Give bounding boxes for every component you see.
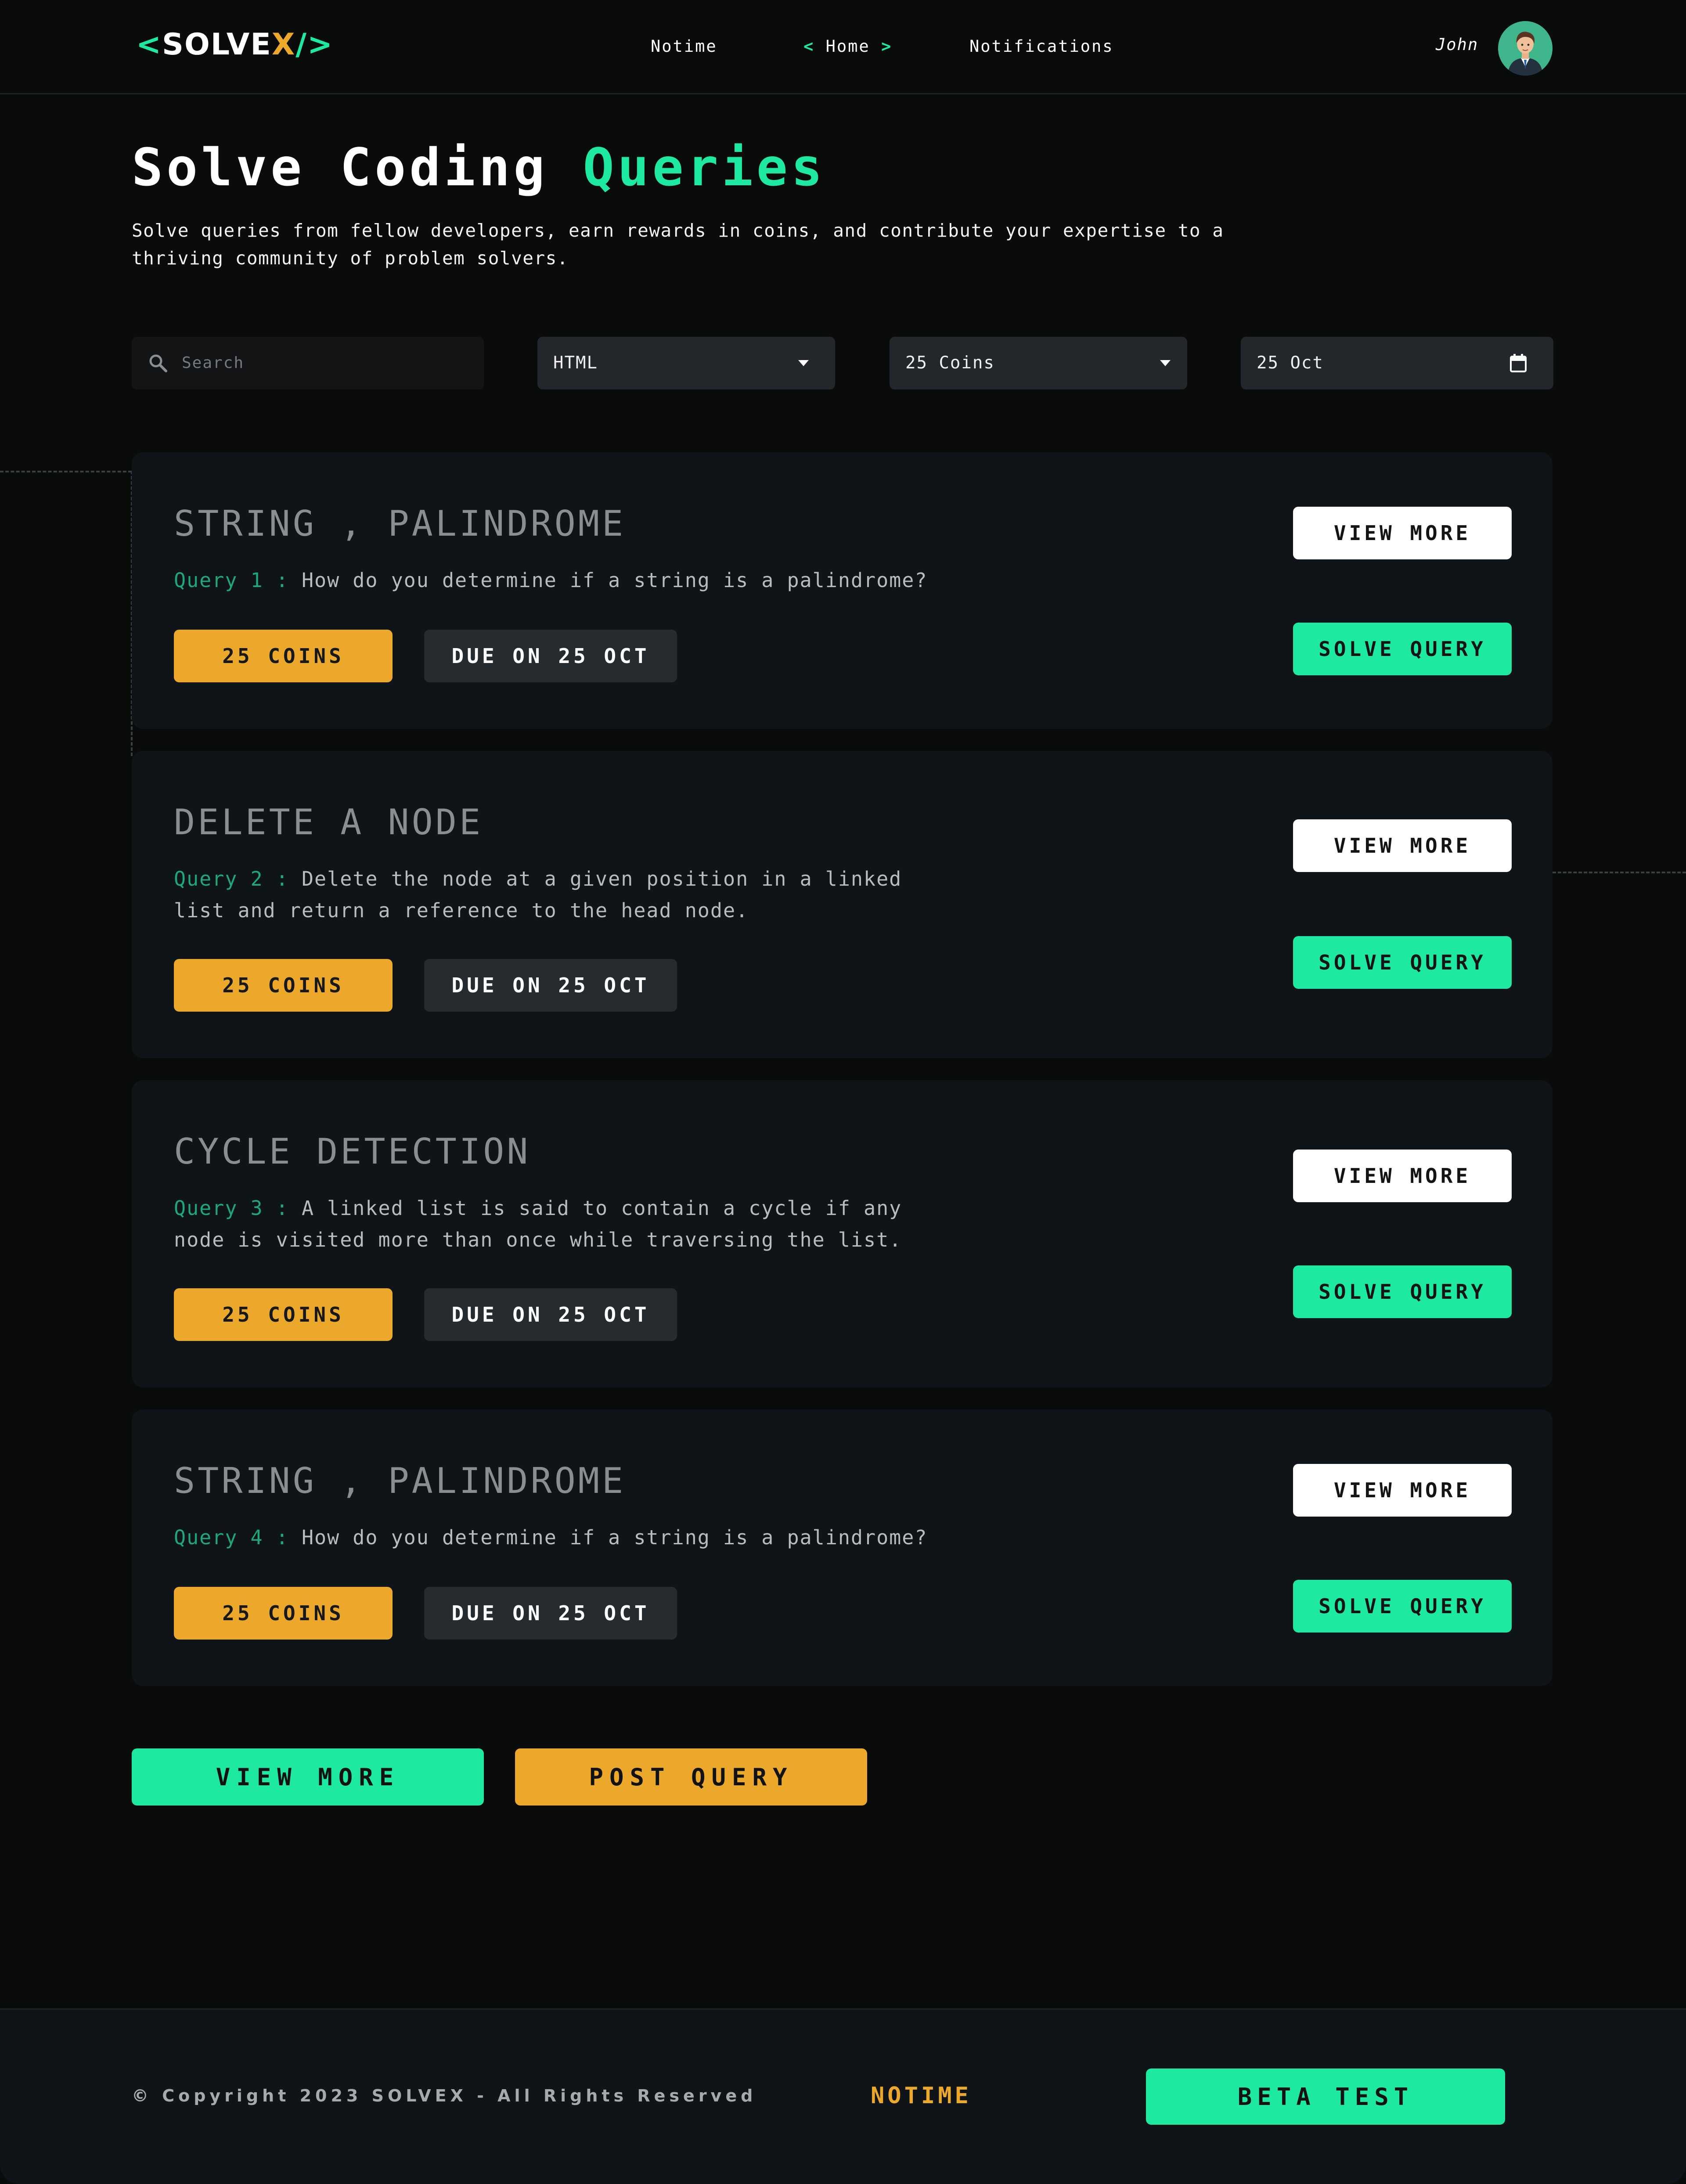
page: <SOLVEX/> Notime < Home > Notifications … <box>0 0 1686 2184</box>
chevron-left-icon: < <box>803 37 815 56</box>
solve-query-button[interactable]: SOLVE QUERY <box>1293 936 1512 989</box>
coins-badge: 25 COINS <box>174 1288 393 1341</box>
date-input-value: 25 Oct <box>1257 353 1324 373</box>
language-select[interactable]: HTML <box>537 337 835 389</box>
date-input[interactable]: 25 Oct <box>1241 337 1553 389</box>
user-avatar-icon[interactable] <box>1498 21 1553 76</box>
dashed-decoration-left <box>0 471 132 472</box>
query-label: Query 4 : <box>174 1526 289 1549</box>
view-more-queries-button[interactable]: VIEW MORE <box>132 1748 484 1806</box>
coins-badge: 25 COINS <box>174 959 393 1012</box>
username: John <box>1436 35 1479 54</box>
query-description: Query 3 : A linked list is said to conta… <box>174 1193 947 1256</box>
search-placeholder: Search <box>182 354 245 372</box>
query-label: Query 2 : <box>174 867 289 890</box>
logo-open-bracket: < <box>136 27 162 62</box>
nav-link-notifications[interactable]: Notifications <box>969 37 1114 56</box>
solve-query-button[interactable]: SOLVE QUERY <box>1293 623 1512 675</box>
page-title-main: Solve Coding <box>132 137 548 198</box>
beta-test-button[interactable]: BETA TEST <box>1146 2069 1505 2125</box>
dashed-decoration-right <box>1553 872 1686 873</box>
query-card: STRING , PALINDROME Query 4 : How do you… <box>132 1409 1553 1686</box>
chevron-right-icon: > <box>881 37 893 56</box>
page-title: Solve Coding Queries <box>132 137 826 198</box>
nav-link-notime[interactable]: Notime <box>651 37 717 56</box>
caret-down-icon <box>1159 337 1172 389</box>
query-label: Query 1 : <box>174 569 289 592</box>
due-date-badge: DUE ON 25 OCT <box>424 1587 677 1640</box>
calendar-icon <box>1509 337 1527 389</box>
solve-query-button[interactable]: SOLVE QUERY <box>1293 1580 1512 1633</box>
query-title: CYCLE DETECTION <box>174 1131 531 1172</box>
query-title: STRING , PALINDROME <box>174 1460 626 1501</box>
search-icon <box>148 337 169 389</box>
due-date-badge: DUE ON 25 OCT <box>424 630 677 682</box>
nav-link-home[interactable]: < Home > <box>803 37 892 56</box>
post-query-button[interactable]: POST QUERY <box>515 1748 867 1806</box>
view-more-button[interactable]: VIEW MORE <box>1293 1464 1512 1517</box>
nav-link-home-label: Home <box>825 37 870 56</box>
due-date-badge: DUE ON 25 OCT <box>424 1288 677 1341</box>
logo-x: X <box>271 27 296 62</box>
query-text: How do you determine if a string is a pa… <box>301 1526 928 1549</box>
query-description: Query 1 : How do you determine if a stri… <box>174 565 947 596</box>
query-description: Query 2 : Delete the node at a given pos… <box>174 863 947 926</box>
navbar: <SOLVEX/> Notime < Home > Notifications … <box>0 0 1686 94</box>
footer: © Copyright 2023 SOLVEX - All Rights Res… <box>0 2008 1686 2184</box>
view-more-button[interactable]: VIEW MORE <box>1293 819 1512 872</box>
view-more-button[interactable]: VIEW MORE <box>1293 1150 1512 1202</box>
query-title: STRING , PALINDROME <box>174 503 626 544</box>
language-select-value: HTML <box>553 353 598 373</box>
page-description: Solve queries from fellow developers, ea… <box>132 220 1224 269</box>
avatar-illustration <box>1498 21 1553 76</box>
search-input[interactable]: Search <box>132 337 484 389</box>
query-title: DELETE A NODE <box>174 802 483 843</box>
query-text: How do you determine if a string is a pa… <box>301 569 928 592</box>
copyright-text: © Copyright 2023 SOLVEX - All Rights Res… <box>132 2086 757 2105</box>
query-description: Query 4 : How do you determine if a stri… <box>174 1522 947 1553</box>
page-title-accent: Queries <box>583 137 826 198</box>
query-card: CYCLE DETECTION Query 3 : A linked list … <box>132 1080 1553 1388</box>
view-more-button[interactable]: VIEW MORE <box>1293 507 1512 559</box>
footer-brand[interactable]: NOTIME <box>871 2083 972 2109</box>
due-date-badge: DUE ON 25 OCT <box>424 959 677 1012</box>
logo[interactable]: <SOLVEX/> <box>136 27 333 62</box>
logo-solve: SOLVE <box>162 27 272 62</box>
query-card: STRING , PALINDROME Query 1 : How do you… <box>132 452 1553 729</box>
query-card: DELETE A NODE Query 2 : Delete the node … <box>132 751 1553 1058</box>
caret-down-icon <box>797 337 810 389</box>
coins-badge: 25 COINS <box>174 630 393 682</box>
coins-select[interactable]: 25 Coins <box>890 337 1187 389</box>
coins-select-value: 25 Coins <box>905 353 995 373</box>
query-label: Query 3 : <box>174 1197 289 1220</box>
logo-close-bracket: /> <box>295 27 334 62</box>
coins-badge: 25 COINS <box>174 1587 393 1640</box>
solve-query-button[interactable]: SOLVE QUERY <box>1293 1265 1512 1318</box>
